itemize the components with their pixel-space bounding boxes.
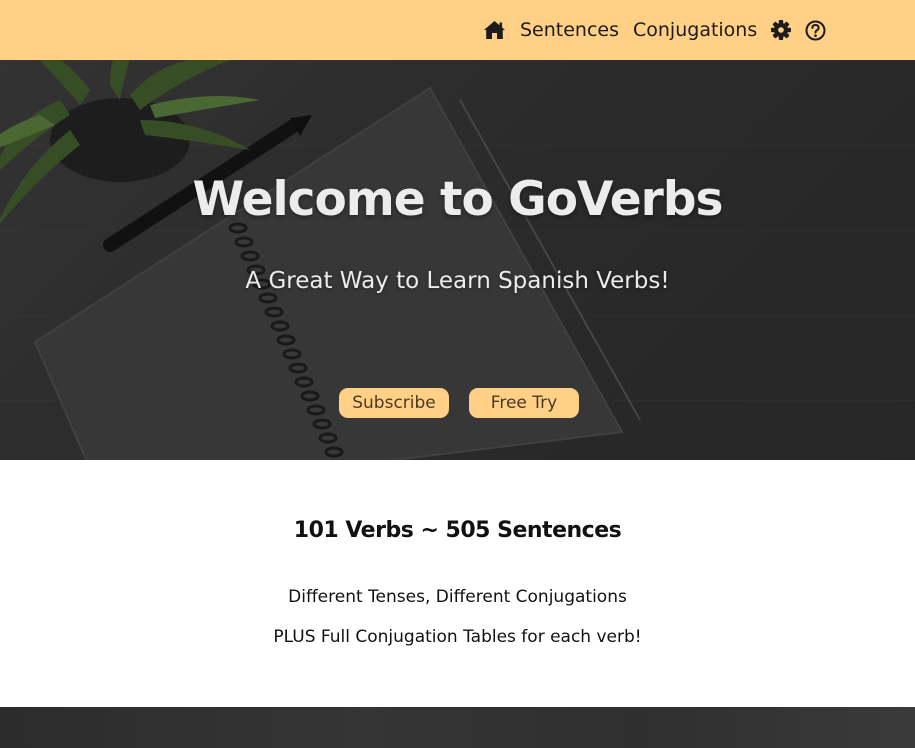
- gear-icon[interactable]: [771, 0, 791, 60]
- hero-banner: Welcome to GoVerbs A Great Way to Learn …: [0, 60, 915, 460]
- info-line-tenses: Different Tenses, Different Conjugations: [288, 587, 627, 607]
- info-line-tables: PLUS Full Conjugation Tables for each ve…: [273, 627, 642, 647]
- free-try-button[interactable]: Free Try: [469, 388, 579, 418]
- footer-banner-image: [0, 707, 915, 748]
- hero-subtitle: A Great Way to Learn Spanish Verbs!: [245, 268, 670, 294]
- nav-link-sentences[interactable]: Sentences: [520, 0, 619, 60]
- help-icon[interactable]: [805, 0, 826, 60]
- hero-title: Welcome to GoVerbs: [192, 172, 724, 227]
- verbs-count-heading: 101 Verbs ~ 505 Sentences: [293, 518, 622, 543]
- nav-link-conjugations[interactable]: Conjugations: [633, 0, 757, 60]
- home-icon[interactable]: [483, 0, 506, 60]
- top-navbar: Sentences Conjugations: [0, 0, 915, 60]
- subscribe-button[interactable]: Subscribe: [339, 388, 449, 418]
